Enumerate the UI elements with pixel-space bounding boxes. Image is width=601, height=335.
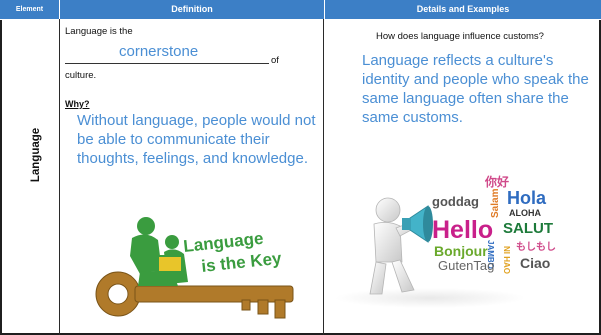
word-nihao: NI HAO [502, 246, 511, 274]
definition-prompt-start: Language is the [65, 26, 133, 37]
column-divider [323, 19, 324, 335]
word-salut: SALUT [503, 220, 553, 237]
word-gutentag: GutenTag [438, 258, 494, 273]
word-salam: Salam [490, 188, 501, 218]
table-header-row: Element Definition Details and Examples [0, 0, 601, 20]
fill-in-blank-line [65, 63, 269, 64]
word-ciao: Ciao [520, 255, 550, 271]
word-bonjour: Bonjour [434, 243, 488, 259]
definition-prompt-end: culture. [65, 70, 97, 81]
word-moshimoshi: もしもし [516, 241, 556, 253]
header-element: Element [15, 6, 44, 13]
why-label: Why? [65, 99, 90, 109]
word-aloha: ALOHA [509, 208, 541, 218]
definition-answer-blank: cornerstone [119, 43, 199, 60]
column-divider [59, 19, 60, 335]
why-answer: Without language, people would not be ab… [77, 112, 316, 167]
header-definition: Definition [171, 4, 213, 14]
language-key-logo: Language is the Key [95, 217, 294, 319]
speaker-greetings-image: 你好 goddag Salam Hola ALOHA Hello SALUT B… [335, 174, 556, 308]
word-nihao-cn: 你好 [484, 174, 509, 189]
word-hola: Hola [507, 188, 547, 208]
definition-prompt-of: of [271, 55, 279, 66]
details-question: How does language influence customs? [376, 31, 544, 42]
details-answer: Language reflects a culture's identity a… [362, 52, 589, 126]
header-details: Details and Examples [416, 4, 510, 14]
element-label: Language [30, 127, 42, 183]
word-hello: Hello [432, 216, 493, 244]
word-goddag: goddag [432, 194, 479, 209]
